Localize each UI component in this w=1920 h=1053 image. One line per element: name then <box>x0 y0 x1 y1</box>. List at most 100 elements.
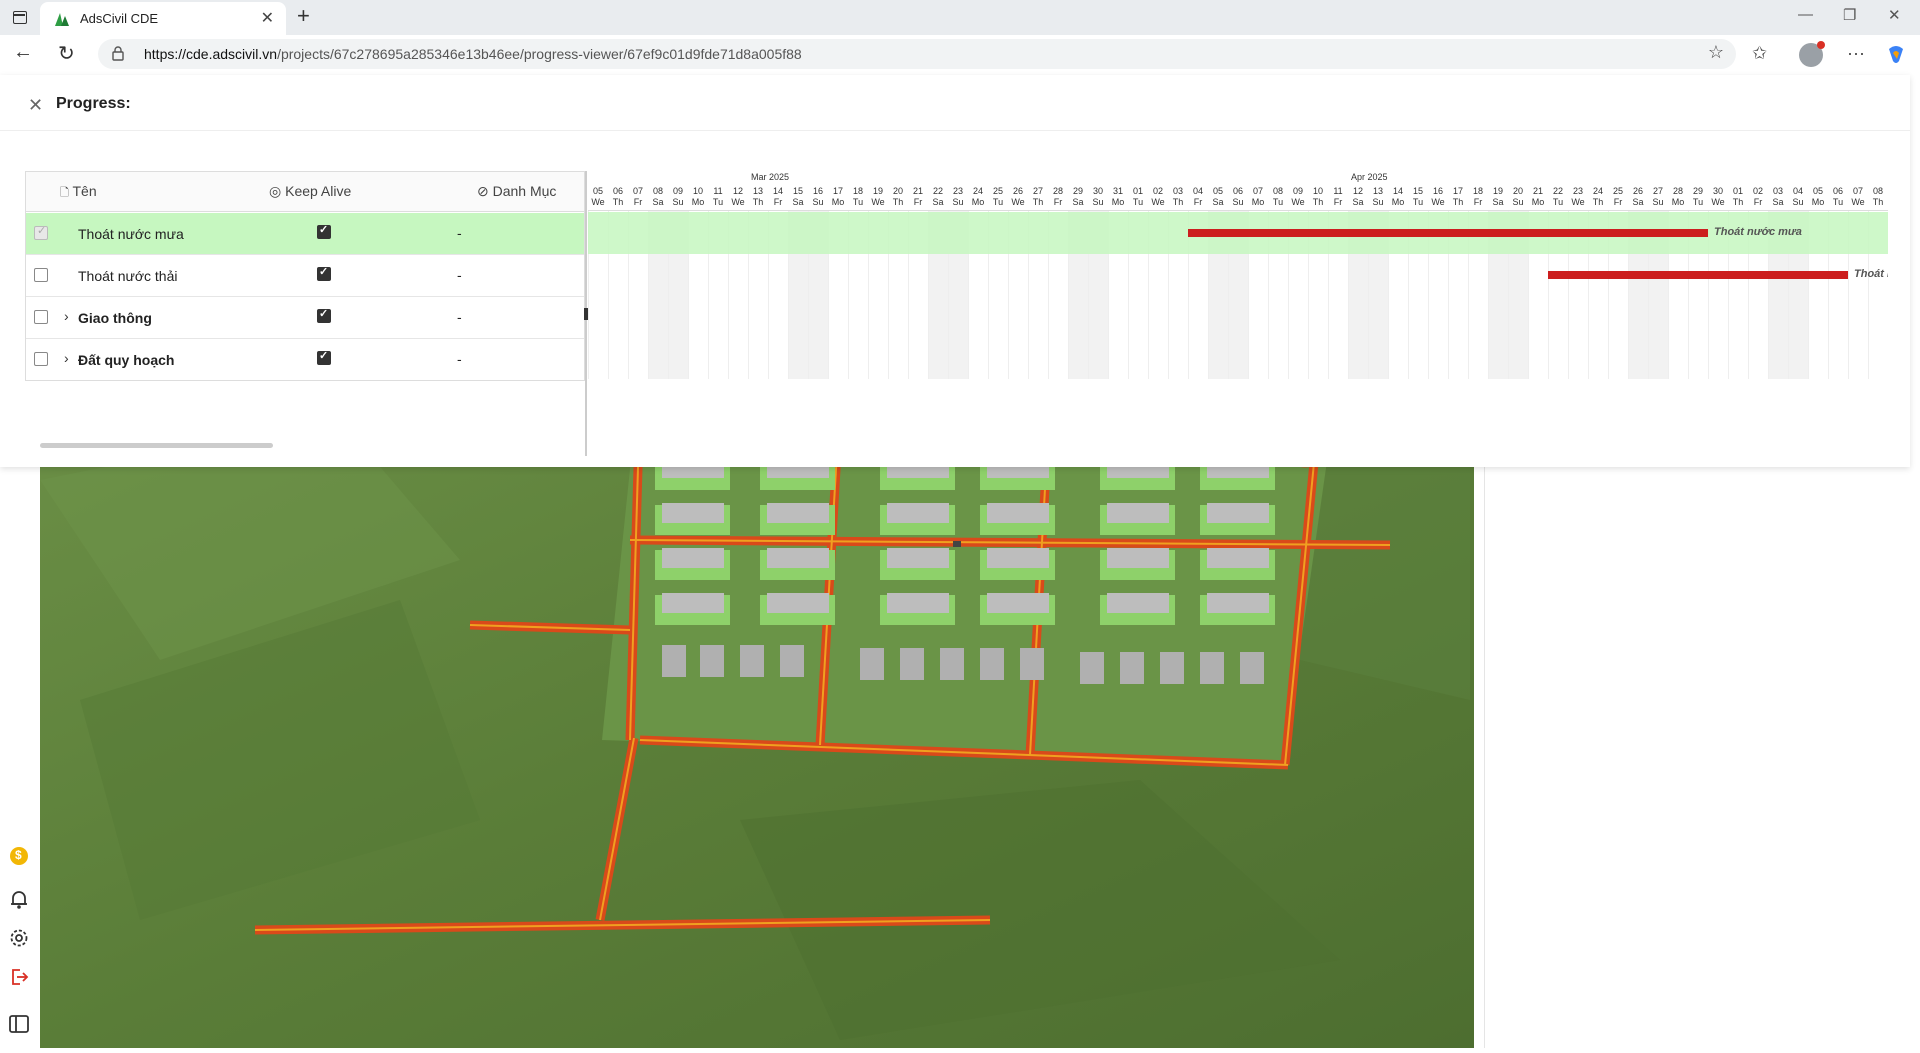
gantt-weekday: Su <box>1652 197 1664 207</box>
gantt-weekday: Tu <box>1552 197 1564 207</box>
back-icon[interactable]: ← <box>13 41 33 64</box>
target-icon: ◎ <box>269 183 282 199</box>
keep-alive-checkbox[interactable] <box>317 265 331 281</box>
coin-label: $ <box>15 848 22 862</box>
chevron-right-icon[interactable]: › <box>64 308 69 324</box>
gantt-weekday: Fr <box>1473 197 1483 207</box>
row-checkbox[interactable] <box>34 310 48 324</box>
browser-tab[interactable]: AdsCivil CDE ✕ <box>40 2 286 35</box>
keep-alive-checkbox[interactable] <box>317 349 331 365</box>
table-row[interactable]: Thoát nước thải - <box>26 255 584 297</box>
table-row[interactable]: › Giao thông - <box>26 297 584 339</box>
keep-alive-checkbox[interactable] <box>317 223 331 239</box>
gantt-day-number: 15 <box>1412 186 1423 196</box>
gantt-day-number: 10 <box>692 186 703 196</box>
chevron-right-icon[interactable]: › <box>64 350 69 366</box>
copilot-icon[interactable] <box>1885 43 1907 65</box>
gantt-day-number: 29 <box>1692 186 1703 196</box>
horizontal-scrollbar[interactable] <box>40 443 273 448</box>
favorite-star-icon[interactable]: ☆ <box>1708 42 1724 63</box>
more-icon[interactable]: ··· <box>1847 43 1865 64</box>
window-close-icon[interactable]: ✕ <box>1888 6 1901 24</box>
minimize-icon[interactable]: — <box>1798 6 1813 23</box>
gantt-day-number: 09 <box>1292 186 1303 196</box>
column-category-label: Danh Mục <box>492 183 557 199</box>
gantt-day-number: 03 <box>1772 186 1783 196</box>
gantt-weekday: Sa <box>1212 197 1224 207</box>
gantt-weekday: Tu <box>1412 197 1424 207</box>
tab-close-icon[interactable]: ✕ <box>261 8 274 28</box>
gantt-day-number: 27 <box>1032 186 1043 196</box>
favorites-icon[interactable]: ✩ <box>1752 43 1767 64</box>
gear-icon[interactable] <box>8 927 30 949</box>
sidebar-toggle-icon[interactable] <box>8 1013 30 1035</box>
gantt-weekday: Su <box>1372 197 1384 207</box>
gantt-weekday: Sa <box>1072 197 1084 207</box>
gantt-weekday: Mo <box>831 197 845 207</box>
new-tab-icon[interactable]: + <box>297 3 310 29</box>
gantt-weekday: Sa <box>652 197 664 207</box>
gantt-weekday: Su <box>1792 197 1804 207</box>
gantt-weekday: We <box>731 197 745 207</box>
gantt-day-number: 23 <box>952 186 963 196</box>
gantt-day-number: 15 <box>792 186 803 196</box>
gantt-weekday: Th <box>752 197 764 207</box>
gantt-day-number: 06 <box>1832 186 1843 196</box>
table-row[interactable]: › Đất quy hoạch - <box>26 339 584 381</box>
coin-icon[interactable]: $ <box>8 845 30 867</box>
gantt-weekday: Sa <box>792 197 804 207</box>
logout-icon[interactable] <box>8 966 30 988</box>
gantt-day-number: 24 <box>972 186 983 196</box>
gantt-day-number: 29 <box>1072 186 1083 196</box>
gantt-day-number: 20 <box>892 186 903 196</box>
column-name-header[interactable]: 🗋 Tên <box>60 183 97 203</box>
restore-icon[interactable]: ❐ <box>1843 6 1856 24</box>
profile-avatar[interactable] <box>1799 41 1825 67</box>
gantt-weekday: Fr <box>913 197 923 207</box>
gantt-day-number: 06 <box>612 186 623 196</box>
url-field[interactable]: https://cde.adscivil.vn/projects/67c2786… <box>98 39 1736 69</box>
keep-alive-checkbox[interactable] <box>317 307 331 323</box>
gantt-task-bar[interactable] <box>1548 271 1848 279</box>
gantt-weekday: We <box>591 197 605 207</box>
gantt-day-number: 01 <box>1132 186 1143 196</box>
3d-viewer[interactable] <box>40 400 1474 1048</box>
gantt-day-number: 05 <box>1812 186 1823 196</box>
row-checkbox[interactable] <box>34 224 48 240</box>
bell-icon[interactable] <box>8 888 30 910</box>
row-name: Đất quy hoạch <box>78 352 175 368</box>
column-category-header[interactable]: ⊘ Danh Mục <box>477 183 556 200</box>
gantt-day-number: 09 <box>672 186 683 196</box>
gantt-chart: 05 We 06 Th 07 Fr 08 Sa 09 Su 10 Mo 11 Tu 12 We 13 Th 14 Fr… <box>588 171 1888 381</box>
gantt-weekday: Su <box>1232 197 1244 207</box>
tag-icon: ⊘ <box>477 183 489 199</box>
gantt-weekday: We <box>1151 197 1165 207</box>
gantt-day-number: 04 <box>1792 186 1803 196</box>
gantt-task-label: Thoát nước mưa <box>1714 226 1802 238</box>
gantt-weekday: We <box>1011 197 1025 207</box>
resize-handle[interactable] <box>953 541 961 547</box>
gantt-day-number: 03 <box>1172 186 1183 196</box>
gantt-weekday: We <box>1711 197 1725 207</box>
column-keepalive-header[interactable]: ◎ Keep Alive <box>269 183 351 200</box>
gantt-day-number: 14 <box>772 186 783 196</box>
gantt-weekday: Tu <box>852 197 864 207</box>
reload-icon[interactable]: ↻ <box>58 41 75 66</box>
tab-sidebar-icon[interactable] <box>10 8 30 28</box>
row-checkbox[interactable] <box>34 268 48 282</box>
gantt-weekday: Mo <box>1251 197 1265 207</box>
close-icon[interactable]: ✕ <box>28 95 43 116</box>
gantt-day-number: 08 <box>652 186 663 196</box>
gantt-day-number: 06 <box>1232 186 1243 196</box>
table-row[interactable]: Thoát nước mưa - <box>26 213 584 255</box>
row-category: - <box>457 351 462 367</box>
gantt-weekday: Fr <box>773 197 783 207</box>
gantt-task-bar[interactable] <box>1188 229 1708 237</box>
gantt-weekday: We <box>1431 197 1445 207</box>
row-checkbox[interactable] <box>34 352 48 366</box>
task-table: 🗋 Tên ◎ Keep Alive ⊘ Danh Mục Thoát nước… <box>25 171 585 381</box>
gantt-day-number: 27 <box>1652 186 1663 196</box>
gantt-day-number: 23 <box>1572 186 1583 196</box>
gantt-day-number: 04 <box>1192 186 1203 196</box>
gantt-weekday: Su <box>952 197 964 207</box>
